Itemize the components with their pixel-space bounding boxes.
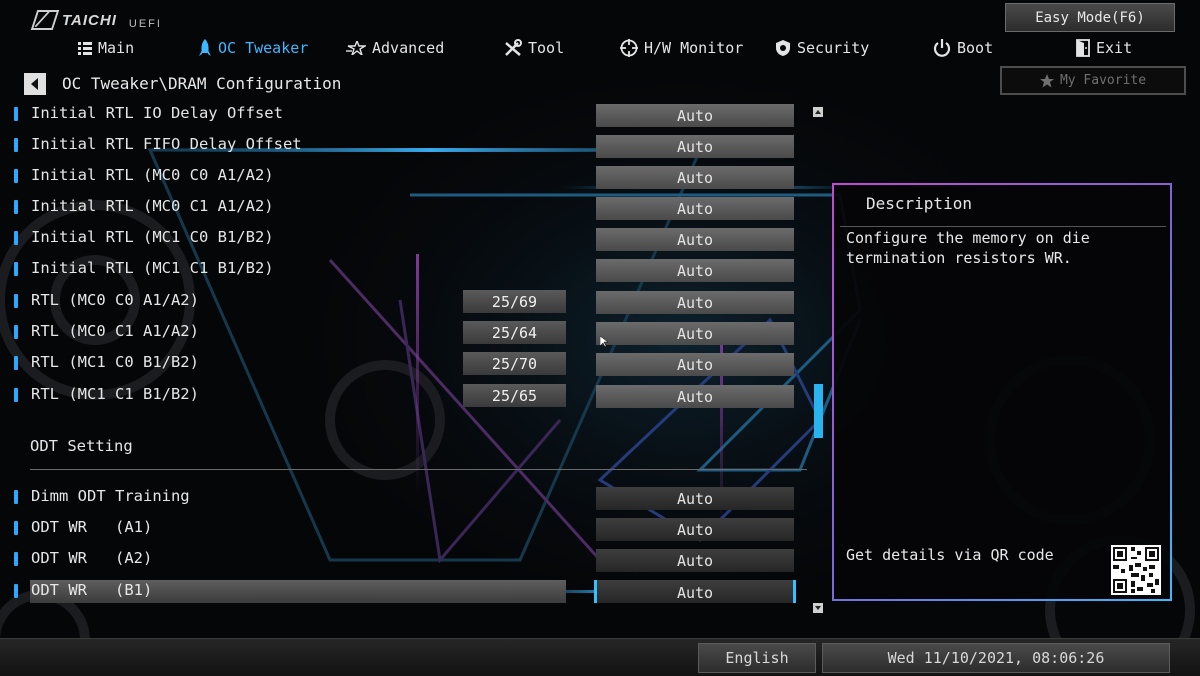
- tab-hw-monitor-label: H/W Monitor: [644, 39, 744, 57]
- setting-label: RTL (MC1 C0 B1/B2): [31, 353, 199, 371]
- tab-main[interactable]: Main: [78, 36, 134, 60]
- easy-mode-button[interactable]: Easy Mode(F6): [1005, 3, 1175, 32]
- top-navigation: Main OC Tweaker Advanced Tool H/W Monito…: [0, 36, 1132, 60]
- setting-label-selected[interactable]: ODT WR (B1): [31, 581, 152, 599]
- tab-advanced[interactable]: Advanced: [346, 36, 444, 60]
- scroll-down-button[interactable]: [813, 603, 823, 613]
- my-favorite-label: My Favorite: [1059, 73, 1147, 88]
- setting-label: Initial RTL (MC1 C1 B1/B2): [31, 259, 274, 277]
- brand-logo: TAICHI UEFI: [30, 8, 162, 32]
- description-divider: [840, 226, 1166, 227]
- setting-value-box[interactable]: Auto: [596, 259, 794, 282]
- crosshair-icon: [620, 39, 638, 57]
- setting-label: RTL (MC1 C1 B1/B2): [31, 385, 199, 403]
- tab-advanced-label: Advanced: [372, 39, 445, 57]
- date-time-display: Wed 11/10/2021, 08:06:26: [822, 643, 1170, 673]
- tab-boot-label: Boot: [957, 39, 994, 57]
- setting-value-box[interactable]: Auto: [596, 549, 794, 572]
- setting-value-box[interactable]: Auto: [596, 166, 794, 189]
- row-marker: [14, 490, 18, 504]
- setting-value-box[interactable]: Auto: [596, 104, 794, 127]
- back-button[interactable]: [24, 73, 46, 95]
- setting-label: RTL (MC0 C1 A1/A2): [31, 322, 199, 340]
- row-marker: [14, 169, 18, 183]
- row-marker: [14, 262, 18, 276]
- list-icon: [78, 42, 92, 55]
- row-marker: [14, 552, 18, 566]
- current-value-box: 25/70: [463, 352, 566, 375]
- setting-value-box[interactable]: Auto: [596, 228, 794, 251]
- current-value-box: 25/64: [463, 321, 566, 344]
- setting-label: Initial RTL IO Delay Offset: [31, 104, 283, 122]
- tab-main-label: Main: [98, 39, 135, 57]
- tab-boot[interactable]: Boot: [933, 36, 993, 60]
- language-button[interactable]: English: [698, 643, 816, 673]
- taichi-logo-icon: [30, 10, 60, 30]
- breadcrumb: OC Tweaker\DRAM Configuration: [62, 74, 342, 93]
- setting-value-box[interactable]: Auto: [596, 291, 794, 314]
- back-arrow-icon: [31, 78, 38, 90]
- row-marker: [14, 388, 18, 402]
- section-divider: [30, 469, 807, 470]
- tab-tool[interactable]: Tool: [504, 36, 564, 60]
- row-marker: [14, 325, 18, 339]
- setting-value-box[interactable]: Auto: [596, 135, 794, 158]
- my-favorite-button[interactable]: My Favorite: [1000, 66, 1186, 95]
- star-icon: [346, 41, 366, 55]
- setting-label: RTL (MC0 C0 A1/A2): [31, 291, 199, 309]
- setting-label: Initial RTL (MC0 C0 A1/A2): [31, 166, 274, 184]
- tab-oc-tweaker[interactable]: OC Tweaker: [198, 36, 308, 60]
- setting-value-box[interactable]: Auto: [596, 487, 794, 510]
- star-outline-icon: [1039, 73, 1054, 87]
- tools-icon: [505, 39, 522, 56]
- tab-oc-tweaker-label: OC Tweaker: [218, 39, 309, 57]
- setting-label: Initial RTL (MC1 C0 B1/B2): [31, 228, 274, 246]
- row-marker: [14, 231, 18, 245]
- setting-value-box[interactable]: Auto: [596, 518, 794, 541]
- tab-security[interactable]: Security: [775, 36, 869, 60]
- row-marker: [14, 200, 18, 214]
- row-marker: [14, 356, 18, 370]
- current-value-box: 25/65: [463, 384, 566, 407]
- row-marker: [14, 107, 18, 121]
- exit-icon: [1076, 39, 1090, 57]
- scroll-up-button[interactable]: [813, 107, 823, 117]
- rocket-icon: [199, 39, 211, 56]
- brand-name: TAICHI: [62, 11, 117, 29]
- chevron-up-icon: [815, 110, 821, 114]
- description-text: Configure the memory on die termination …: [846, 229, 1090, 267]
- tab-tool-label: Tool: [528, 39, 565, 57]
- tab-hw-monitor[interactable]: H/W Monitor: [620, 36, 743, 60]
- setting-label: ODT WR (A1): [31, 518, 153, 536]
- qr-caption: Get details via QR code: [846, 546, 1054, 564]
- setting-label: Initial RTL FIFO Delay Offset: [31, 135, 302, 153]
- row-marker: [14, 584, 18, 598]
- setting-value-box[interactable]: Auto: [596, 385, 794, 408]
- chevron-down-icon: [815, 606, 821, 610]
- setting-label: Initial RTL (MC0 C1 A1/A2): [31, 197, 274, 215]
- row-marker: [14, 138, 18, 152]
- row-marker: [14, 294, 18, 308]
- tab-exit-label: Exit: [1096, 39, 1133, 57]
- scrollbar-thumb[interactable]: [814, 384, 823, 438]
- current-value-box: 25/69: [463, 290, 566, 313]
- tab-security-label: Security: [797, 39, 870, 57]
- setting-label: ODT WR (A2): [31, 549, 153, 567]
- section-title: ODT Setting: [30, 437, 133, 455]
- setting-value-box-selected[interactable]: Auto: [596, 581, 794, 604]
- setting-label: Dimm ODT Training: [31, 487, 190, 505]
- setting-value-box[interactable]: Auto: [596, 353, 794, 376]
- tab-exit[interactable]: Exit: [1076, 36, 1132, 60]
- row-marker: [14, 521, 18, 535]
- mouse-cursor-icon: [600, 336, 608, 348]
- shield-icon: [776, 40, 790, 56]
- description-title: Description: [866, 194, 972, 213]
- qr-code-icon[interactable]: [1111, 545, 1161, 595]
- setting-value-box[interactable]: Auto: [596, 322, 794, 345]
- brand-subtitle: UEFI: [128, 18, 162, 30]
- power-icon: [933, 39, 951, 57]
- setting-value-box[interactable]: Auto: [596, 197, 794, 220]
